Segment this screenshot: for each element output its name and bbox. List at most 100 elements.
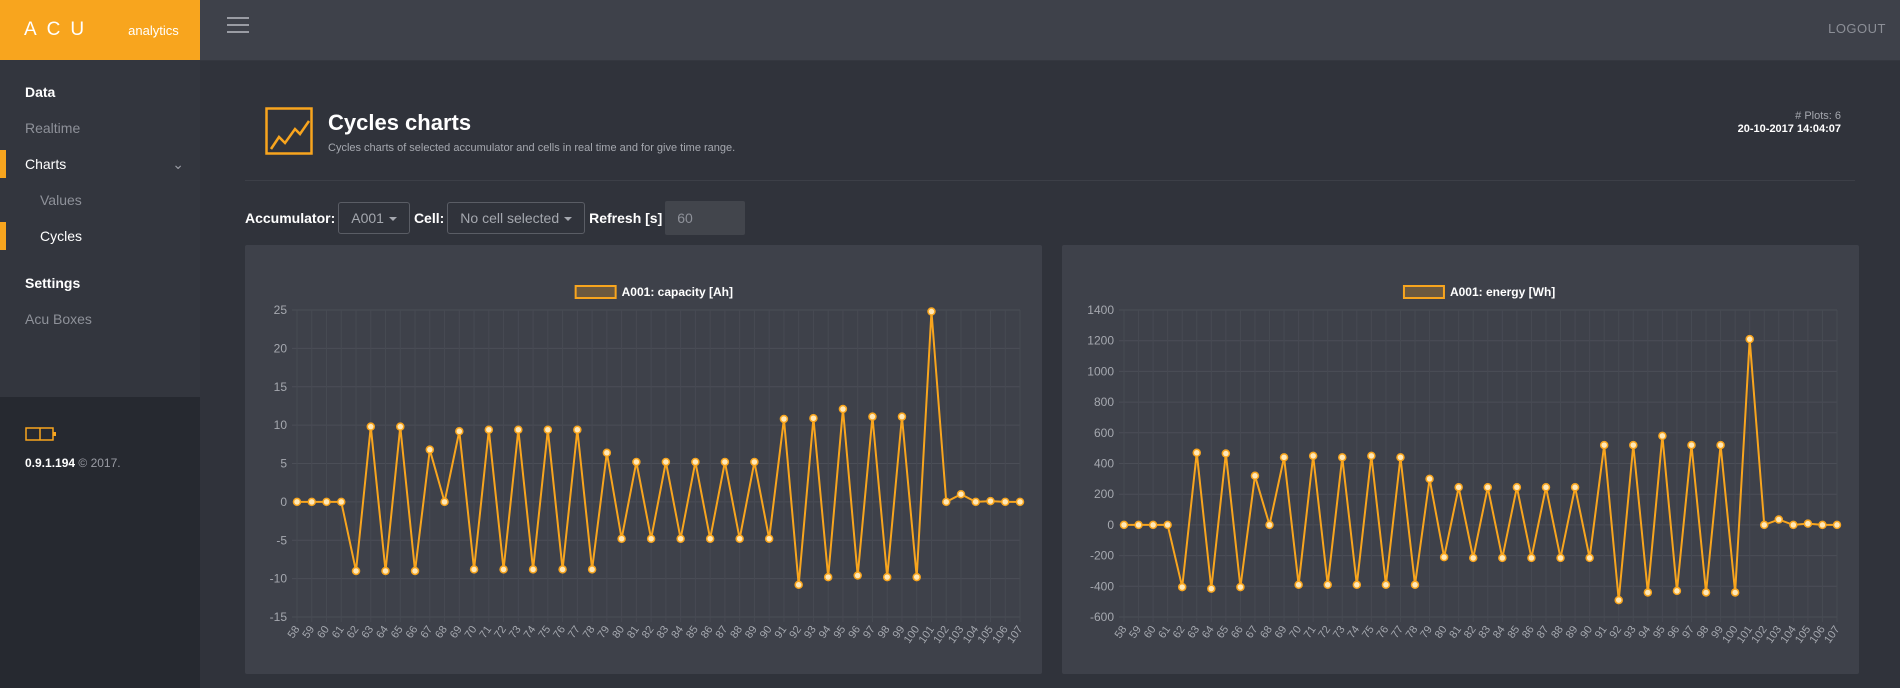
data-point[interactable] [528,565,538,574]
data-point[interactable] [720,457,730,467]
data-point[interactable] [1134,520,1143,530]
data-point[interactable] [823,572,833,582]
data-point[interactable] [1279,453,1289,462]
data-point[interactable] [1774,515,1784,524]
data-point[interactable] [1585,553,1594,563]
data-point[interactable] [927,307,936,316]
data-point[interactable] [632,457,641,467]
legend-swatch[interactable] [1402,285,1445,299]
data-point[interactable] [1643,588,1653,597]
data-point[interactable] [440,497,449,507]
data-point[interactable] [1832,520,1842,530]
data-point[interactable] [1439,552,1449,562]
data-point[interactable] [1483,483,1493,492]
data-point[interactable] [1527,553,1536,563]
data-point[interactable] [705,534,715,543]
data-point[interactable] [1425,474,1434,484]
sidebar-item-acu-boxes[interactable]: Acu Boxes [0,301,200,337]
data-point[interactable] [1730,588,1740,597]
accumulator-dropdown[interactable]: A001 [338,202,410,234]
data-point[interactable] [1454,483,1463,492]
data-point[interactable] [1468,553,1478,563]
data-point[interactable] [1759,520,1769,530]
data-point[interactable] [1177,582,1187,592]
data-point[interactable] [1629,440,1638,450]
data-point[interactable] [897,412,907,421]
data-point[interactable] [941,497,951,507]
data-point[interactable] [1119,520,1129,530]
data-point[interactable] [1207,584,1216,593]
data-point[interactable] [868,412,877,421]
data-point[interactable] [764,534,774,543]
data-point[interactable] [1687,440,1696,450]
data-point[interactable] [499,565,508,574]
sidebar-item-values[interactable]: Values [0,182,200,218]
data-point[interactable] [558,565,567,574]
brand-logo[interactable]: ACU analytics [0,0,200,60]
data-point[interactable] [882,572,892,582]
data-point[interactable] [1789,520,1798,530]
data-point[interactable] [1410,580,1420,590]
data-point[interactable] [1672,586,1682,596]
data-point[interactable] [838,404,848,414]
data-point[interactable] [469,565,479,574]
data-point[interactable] [307,497,317,507]
data-point[interactable] [809,413,818,423]
data-point[interactable] [912,572,921,582]
data-point[interactable] [366,422,376,431]
data-point[interactable] [602,448,612,458]
data-point[interactable] [292,497,302,507]
data-point[interactable] [617,534,626,543]
data-point[interactable] [750,457,759,467]
data-point[interactable] [351,566,361,576]
data-point[interactable] [1599,440,1609,450]
sidebar-item-realtime[interactable]: Realtime [0,110,200,146]
data-point[interactable] [971,497,980,507]
data-point[interactable] [410,566,420,576]
data-point[interactable] [1250,471,1260,481]
sidebar-item-charts[interactable]: Charts ⌄ [0,146,200,182]
data-point[interactable] [1498,553,1507,563]
data-point[interactable] [322,497,331,507]
data-point[interactable] [1192,448,1202,458]
data-point[interactable] [484,425,494,434]
refresh-input[interactable] [665,201,746,235]
data-point[interactable] [661,457,671,467]
data-point[interactable] [1352,580,1362,590]
legend-swatch[interactable] [574,285,617,299]
data-point[interactable] [986,496,995,506]
data-point[interactable] [1570,483,1580,492]
data-point[interactable] [1308,451,1318,461]
sidebar-item-cycles[interactable]: Cycles [0,218,200,254]
data-point[interactable] [1323,580,1332,590]
data-point[interactable] [1396,453,1405,462]
data-point[interactable] [455,427,464,436]
data-point[interactable] [1338,453,1347,462]
cell-dropdown[interactable]: No cell selected [447,202,586,234]
data-point[interactable] [1716,440,1725,450]
data-point[interactable] [381,566,390,576]
data-point[interactable] [646,534,656,543]
data-point[interactable] [1512,483,1522,492]
data-point[interactable] [1541,483,1551,492]
data-point[interactable] [514,425,523,434]
data-point[interactable] [735,534,744,543]
data-point[interactable] [1556,553,1565,563]
data-point[interactable] [425,445,435,454]
data-point[interactable] [1265,520,1274,530]
data-point[interactable] [779,414,789,424]
data-point[interactable] [396,422,405,431]
data-point[interactable] [1015,497,1025,507]
sidebar-item-data[interactable]: Data [0,74,200,110]
data-point[interactable] [794,580,803,590]
data-point[interactable] [1745,334,1754,344]
data-point[interactable] [676,534,685,543]
data-point[interactable] [573,425,582,434]
data-point[interactable] [853,571,862,580]
data-point[interactable] [1658,431,1667,441]
data-point[interactable] [956,489,966,499]
data-point[interactable] [1701,588,1711,597]
data-point[interactable] [543,425,553,434]
data-point[interactable] [1614,595,1623,605]
data-point[interactable] [691,457,700,467]
